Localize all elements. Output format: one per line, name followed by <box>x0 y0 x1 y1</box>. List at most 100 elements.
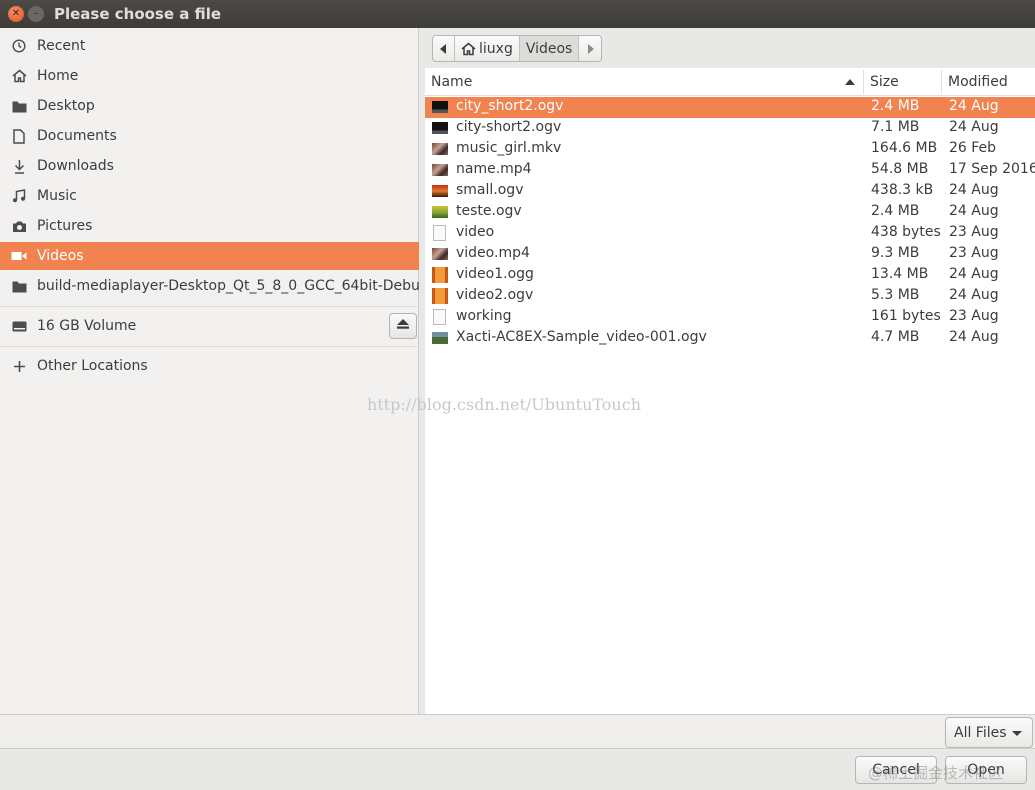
file-name: video.mp4 <box>456 245 530 261</box>
video-thumbnail <box>432 185 448 197</box>
file-size: 13.4 MB <box>871 266 929 282</box>
sidebar-item-build-folder[interactable]: build-mediaplayer-Desktop_Qt_5_8_0_GCC_6… <box>0 272 419 300</box>
file-type-filter-value: All Files <box>954 724 1007 741</box>
sort-ascending-icon <box>845 79 855 85</box>
file-name: video <box>456 224 495 240</box>
file-size: 2.4 MB <box>871 98 920 114</box>
eject-button[interactable] <box>389 313 417 339</box>
file-size: 5.3 MB <box>871 287 920 303</box>
plus-icon <box>10 357 28 375</box>
file-modified: 26 Feb <box>949 140 997 156</box>
home-icon <box>461 42 476 55</box>
file-row[interactable]: Xacti-AC8EX-Sample_video-001.ogv 4.7 MB 24… <box>425 328 1035 349</box>
sidebar-item-music[interactable]: Music <box>0 182 419 210</box>
file-name: city-short2.ogv <box>456 119 562 135</box>
file-modified: 24 Aug <box>949 287 999 303</box>
file-name: city_short2.ogv <box>456 98 564 114</box>
film-icon <box>432 267 448 283</box>
folder-icon <box>10 277 28 295</box>
window-title: Please choose a file <box>54 5 222 23</box>
file-modified: 24 Aug <box>949 203 999 219</box>
column-header-name[interactable]: Name <box>431 68 861 96</box>
file-name: video1.ogg <box>456 266 534 282</box>
video-thumbnail <box>432 143 448 155</box>
sidebar-item-videos[interactable]: Videos <box>0 242 419 270</box>
path-back-button[interactable] <box>433 36 455 61</box>
file-row[interactable]: city_short2.ogv 2.4 MB 24 Aug <box>425 97 1035 118</box>
sidebar-item-downloads[interactable]: Downloads <box>0 152 419 180</box>
column-divider <box>941 70 942 94</box>
file-modified: 24 Aug <box>949 182 999 198</box>
file-row[interactable]: video1.ogg 13.4 MB 24 Aug <box>425 265 1035 286</box>
sidebar-item-label: Recent <box>37 38 86 54</box>
sidebar-item-label: build-mediaplayer-Desktop_Qt_5_8_0_GCC_6… <box>37 278 419 294</box>
file-row[interactable]: small.ogv 438.3 kB 24 Aug <box>425 181 1035 202</box>
path-forward-button[interactable] <box>579 36 601 61</box>
file-name: small.ogv <box>456 182 524 198</box>
file-name: video2.ogv <box>456 287 534 303</box>
file-size: 2.4 MB <box>871 203 920 219</box>
sidebar-item-desktop[interactable]: Desktop <box>0 92 419 120</box>
file-row[interactable]: working 161 bytes 23 Aug <box>425 307 1035 328</box>
file-row[interactable]: city-short2.ogv 7.1 MB 24 Aug <box>425 118 1035 139</box>
sidebar-item-recent[interactable]: Recent <box>0 32 419 60</box>
file-name: working <box>456 308 512 324</box>
sidebar-item-other-locations[interactable]: Other Locations <box>0 352 419 380</box>
file-name: name.mp4 <box>456 161 532 177</box>
file-row[interactable]: music_girl.mkv 164.6 MB 26 Feb <box>425 139 1035 160</box>
path-segment-label: Videos <box>525 40 573 57</box>
eject-icon <box>396 318 410 334</box>
column-header-modified[interactable]: Modified <box>948 68 1008 96</box>
document-icon <box>433 309 446 325</box>
file-modified: 24 Aug <box>949 119 999 135</box>
close-window-button[interactable]: ✕ <box>8 6 24 22</box>
file-row[interactable]: name.mp4 54.8 MB 17 Sep 2016 <box>425 160 1035 181</box>
file-list: Name Size Modified city_short2.ogv 2.4 MB… <box>425 68 1035 714</box>
file-size: 9.3 MB <box>871 245 920 261</box>
file-size: 164.6 MB <box>871 140 938 156</box>
document-icon <box>10 127 28 145</box>
sidebar-item-label: Downloads <box>37 158 114 174</box>
sidebar-item-home[interactable]: Home <box>0 62 419 90</box>
path-segment-current[interactable]: Videos <box>519 36 580 61</box>
video-thumbnail <box>432 206 448 218</box>
chevron-right-icon <box>587 43 594 54</box>
sidebar-item-label: 16 GB Volume <box>37 318 137 334</box>
column-header-size[interactable]: Size <box>870 68 899 96</box>
sidebar-item-documents[interactable]: Documents <box>0 122 419 150</box>
file-size: 4.7 MB <box>871 329 920 345</box>
file-row[interactable]: teste.ogv 2.4 MB 24 Aug <box>425 202 1035 223</box>
film-icon <box>432 288 448 304</box>
file-row[interactable]: video 438 bytes 23 Aug <box>425 223 1035 244</box>
minimize-window-button[interactable]: – <box>28 6 44 22</box>
file-row[interactable]: video.mp4 9.3 MB 23 Aug <box>425 244 1035 265</box>
file-modified: 24 Aug <box>949 266 999 282</box>
column-header-label: Modified <box>948 74 1008 90</box>
sidebar-item-label: Home <box>37 68 79 84</box>
column-header: Name Size Modified <box>425 68 1035 96</box>
video-thumbnail <box>432 332 448 344</box>
file-size: 7.1 MB <box>871 119 920 135</box>
sidebar-separator <box>0 346 419 347</box>
camera-icon <box>10 217 28 235</box>
column-header-label: Size <box>870 74 899 90</box>
corner-watermark: @稀土掘金技术社区 <box>868 764 1004 782</box>
file-type-filter[interactable]: All Files <box>945 717 1033 748</box>
document-icon <box>433 225 446 241</box>
video-thumbnail <box>432 164 448 176</box>
video-icon <box>10 247 28 265</box>
chevron-left-icon <box>440 43 446 54</box>
video-thumbnail <box>432 101 448 113</box>
sidebar-item-label: Desktop <box>37 98 95 114</box>
path-segment-home[interactable]: liuxg <box>455 36 520 61</box>
sidebar-item-label: Documents <box>37 128 117 144</box>
file-row[interactable]: video2.ogv 5.3 MB 24 Aug <box>425 286 1035 307</box>
video-thumbnail <box>432 122 448 134</box>
file-modified: 23 Aug <box>949 245 999 261</box>
file-name: music_girl.mkv <box>456 140 562 156</box>
video-thumbnail <box>432 248 448 260</box>
sidebar-item-label: Pictures <box>37 218 93 234</box>
sidebar-item-pictures[interactable]: Pictures <box>0 212 419 240</box>
file-modified: 23 Aug <box>949 308 999 324</box>
sidebar-item-volume[interactable]: 16 GB Volume <box>0 312 419 340</box>
